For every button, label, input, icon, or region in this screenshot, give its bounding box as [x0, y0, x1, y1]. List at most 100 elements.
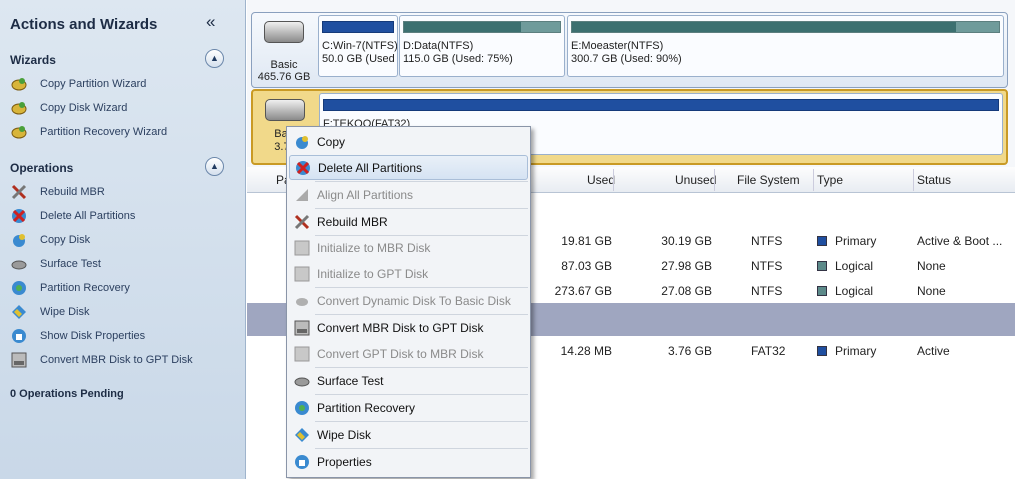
menu-item-convert-mbr-to-gpt[interactable]: Convert MBR Disk to GPT Disk	[289, 315, 528, 340]
cell-status: Active	[917, 344, 950, 358]
menu-item-label: Wipe Disk	[317, 427, 372, 442]
convert-gpt-icon	[10, 351, 28, 369]
menu-item-label: Initialize to GPT Disk	[317, 266, 429, 281]
sidebar-item-rebuild-mbr[interactable]: Rebuild MBR	[10, 181, 105, 203]
sidebar-item-label: Surface Test	[40, 258, 101, 270]
partition-block[interactable]: D:Data(NTFS) 115.0 GB (Used: 75%)	[399, 15, 565, 77]
menu-item-delete-all-partitions[interactable]: Delete All Partitions	[289, 155, 528, 180]
logical-partition-color-icon	[817, 261, 827, 271]
partition-usage-bar	[571, 21, 1000, 33]
menu-item-wipe-disk[interactable]: Wipe Disk	[289, 422, 528, 447]
properties-icon	[293, 453, 311, 471]
disk-info[interactable]: Basic 465.76 GB	[252, 13, 316, 87]
partition-block[interactable]: E:Moeaster(NTFS) 300.7 GB (Used: 90%)	[567, 15, 1004, 77]
copy-partition-wizard-icon	[10, 75, 28, 93]
sidebar-item-label: Delete All Partitions	[40, 210, 136, 222]
partition-recovery-icon	[10, 279, 28, 297]
disk-context-menu: Copy Delete All Partitions Align All Par…	[286, 126, 531, 478]
partition-block[interactable]: C:Win-7(NTFS) 50.0 GB (Used	[318, 15, 398, 77]
partition-usage-fill	[323, 22, 351, 32]
sidebar-item-copy-disk-wizard[interactable]: Copy Disk Wizard	[10, 97, 127, 119]
delete-all-partitions-icon	[10, 207, 28, 225]
menu-item-label: Convert MBR Disk to GPT Disk	[317, 320, 484, 335]
partition-recovery-wizard-icon	[10, 123, 28, 141]
cell-unused: 27.98 GB	[661, 259, 712, 273]
delete-all-partitions-icon	[294, 159, 312, 177]
cell-unused: 27.08 GB	[661, 284, 712, 298]
menu-item-label: Rebuild MBR	[317, 214, 388, 229]
disk-map-row[interactable]: Basic 465.76 GB C:Win-7(NTFS) 50.0 GB (U…	[251, 12, 1008, 88]
menu-item-label: Properties	[317, 454, 372, 469]
menu-item-label: Surface Test	[317, 373, 384, 388]
cell-status: None	[917, 259, 946, 273]
partition-usage-bar	[322, 21, 394, 33]
partition-usage-bar	[403, 21, 561, 33]
menu-item-convert-gpt-to-mbr: Convert GPT Disk to MBR Disk	[289, 341, 528, 366]
menu-item-rebuild-mbr[interactable]: Rebuild MBR	[289, 209, 528, 234]
menu-item-initialize-mbr: Initialize to MBR Disk	[289, 235, 528, 260]
cell-type: Primary	[817, 234, 876, 248]
surface-test-icon	[10, 255, 28, 273]
surface-test-icon	[293, 372, 311, 390]
initialize-mbr-icon	[293, 239, 311, 257]
sidebar-item-partition-recovery[interactable]: Partition Recovery	[10, 277, 130, 299]
cell-used: 87.03 GB	[561, 259, 612, 273]
partition-size: 300.7 GB (Used: 90%)	[571, 53, 682, 65]
partition-usage-fill	[404, 22, 521, 32]
copy-disk-wizard-icon	[10, 99, 28, 117]
convert-basic-icon	[293, 292, 311, 310]
cell-type-label: Primary	[835, 234, 877, 248]
cell-type: Logical	[817, 259, 873, 273]
operations-heading: Operations	[10, 161, 74, 175]
sidebar-item-convert-mbr-to-gpt[interactable]: Convert MBR Disk to GPT Disk	[10, 349, 193, 371]
sidebar-item-show-disk-properties[interactable]: Show Disk Properties	[10, 325, 145, 347]
cell-type: Primary	[817, 344, 876, 358]
partition-usage-bar	[323, 99, 999, 111]
sidebar-item-label: Copy Disk Wizard	[40, 102, 128, 114]
menu-item-label: Partition Recovery	[317, 400, 416, 415]
wizards-heading: Wizards	[10, 53, 56, 67]
sidebar-item-surface-test[interactable]: Surface Test	[10, 253, 101, 275]
col-status[interactable]: Status	[917, 173, 951, 187]
sidebar-item-wipe-disk[interactable]: Wipe Disk	[10, 301, 90, 323]
sidebar-item-label: Copy Partition Wizard	[40, 78, 147, 90]
partition-label: C:Win-7(NTFS)	[322, 40, 398, 52]
menu-item-copy[interactable]: Copy	[289, 129, 528, 154]
menu-item-label: Copy	[317, 134, 346, 149]
align-partitions-icon	[293, 186, 311, 204]
sidebar-item-copy-disk[interactable]: Copy Disk	[10, 229, 90, 251]
collapse-sidebar-icon[interactable]: «	[206, 12, 215, 32]
copy-icon	[293, 133, 311, 151]
cell-used: 19.81 GB	[561, 234, 612, 248]
menu-item-surface-test[interactable]: Surface Test	[289, 368, 528, 393]
sidebar-item-partition-recovery-wizard[interactable]: Partition Recovery Wizard	[10, 121, 167, 143]
cell-type-label: Logical	[835, 259, 874, 273]
wipe-disk-icon	[293, 426, 311, 444]
col-file-system[interactable]: File System	[737, 173, 800, 187]
cell-fs: NTFS	[751, 284, 783, 298]
cell-unused: 3.76 GB	[667, 344, 712, 358]
collapse-wizards-icon[interactable]: ▲	[205, 49, 224, 68]
menu-item-partition-recovery[interactable]: Partition Recovery	[289, 395, 528, 420]
col-type[interactable]: Type	[817, 173, 843, 187]
col-used[interactable]: Used	[587, 173, 615, 187]
partition-recovery-icon	[293, 399, 311, 417]
partition-label: E:Moeaster(NTFS)	[571, 40, 664, 52]
sidebar-item-copy-partition-wizard[interactable]: Copy Partition Wizard	[10, 73, 146, 95]
sidebar-item-delete-all-partitions[interactable]: Delete All Partitions	[10, 205, 135, 227]
column-divider	[813, 169, 814, 191]
cell-status: None	[917, 284, 946, 298]
menu-item-properties[interactable]: Properties	[289, 449, 528, 474]
convert-mbr-icon	[293, 345, 311, 363]
partition-size: 50.0 GB (Used	[322, 53, 395, 65]
disk-size: 465.76 GB	[257, 71, 311, 83]
col-unused[interactable]: Unused	[675, 173, 716, 187]
hard-disk-icon	[264, 21, 304, 43]
sidebar-title: Actions and Wizards	[10, 16, 158, 33]
sidebar-item-label: Wipe Disk	[40, 306, 90, 318]
collapse-operations-icon[interactable]: ▲	[205, 157, 224, 176]
sidebar-item-label: Copy Disk	[40, 234, 91, 246]
logical-partition-color-icon	[817, 286, 827, 296]
partition-size: 115.0 GB (Used: 75%)	[403, 53, 513, 65]
sidebar-item-label: Partition Recovery Wizard	[40, 126, 168, 138]
